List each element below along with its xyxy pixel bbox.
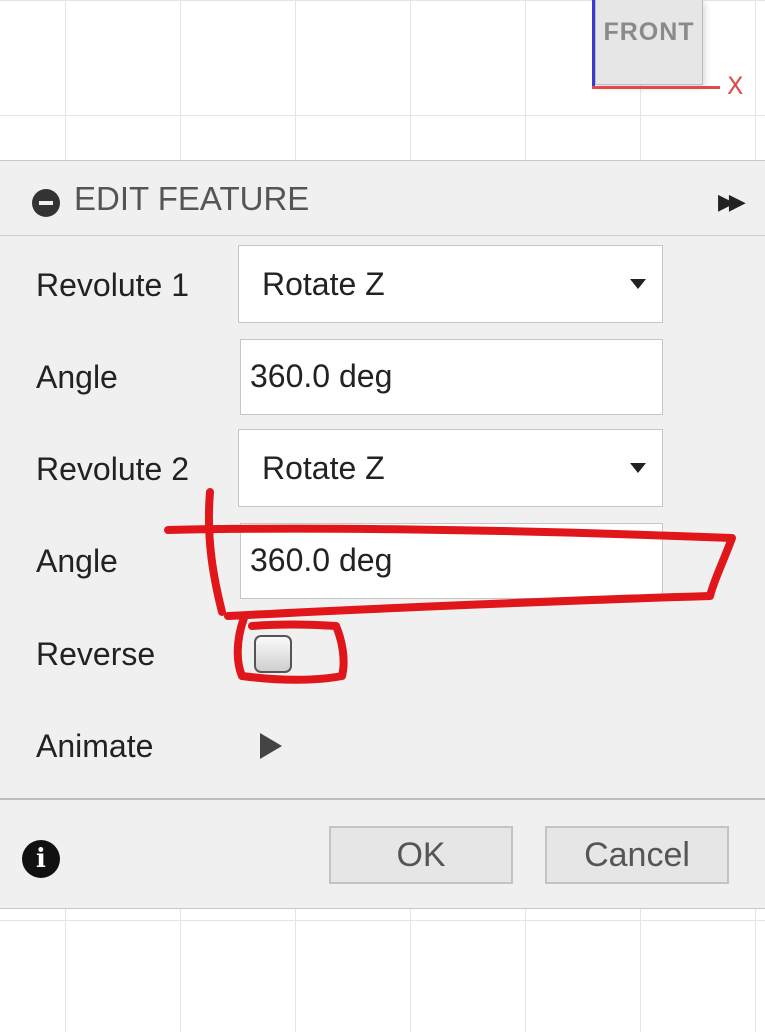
revolute-2-dropdown[interactable]: Rotate Z bbox=[238, 429, 663, 507]
revolute-2-label: Revolute 2 bbox=[36, 451, 189, 487]
dialog-footer: i OK Cancel bbox=[0, 798, 765, 910]
ok-button[interactable]: OK bbox=[329, 826, 513, 884]
reverse-checkbox[interactable] bbox=[254, 635, 292, 673]
angle-2-input[interactable]: 360.0 deg bbox=[240, 523, 663, 599]
dropdown-caret-icon bbox=[630, 463, 646, 473]
x-axis-line bbox=[592, 86, 720, 89]
dialog-title: EDIT FEATURE bbox=[74, 180, 310, 217]
expand-icon[interactable]: ▶▶ bbox=[718, 189, 746, 215]
revolute-2-value: Rotate Z bbox=[262, 450, 385, 486]
info-icon[interactable]: i bbox=[22, 840, 60, 878]
edit-feature-dialog: EDIT FEATURE ▶▶ Revolute 1 Rotate Z Angl… bbox=[0, 160, 765, 909]
viewcube-front-face[interactable]: FRONT bbox=[595, 0, 703, 85]
dropdown-caret-icon bbox=[630, 279, 646, 289]
revolute-1-dropdown[interactable]: Rotate Z bbox=[238, 245, 663, 323]
play-icon[interactable] bbox=[260, 733, 282, 759]
angle-2-value: 360.0 deg bbox=[250, 542, 393, 578]
revolute-1-value: Rotate Z bbox=[262, 266, 385, 302]
revolute-1-label: Revolute 1 bbox=[36, 267, 189, 303]
x-axis-label: X bbox=[727, 72, 744, 100]
collapse-icon[interactable] bbox=[32, 189, 60, 217]
reverse-label: Reverse bbox=[36, 636, 156, 672]
viewcube-face-label: FRONT bbox=[603, 17, 695, 46]
animate-label: Animate bbox=[36, 728, 154, 764]
cancel-button[interactable]: Cancel bbox=[545, 826, 729, 884]
angle-1-label: Angle bbox=[36, 359, 118, 395]
angle-1-value: 360.0 deg bbox=[250, 358, 393, 394]
viewcube-cube[interactable]: FRONT bbox=[595, 0, 703, 86]
dialog-header: EDIT FEATURE ▶▶ bbox=[0, 161, 765, 236]
angle-2-label: Angle bbox=[36, 543, 118, 579]
angle-1-input[interactable]: 360.0 deg bbox=[240, 339, 663, 415]
